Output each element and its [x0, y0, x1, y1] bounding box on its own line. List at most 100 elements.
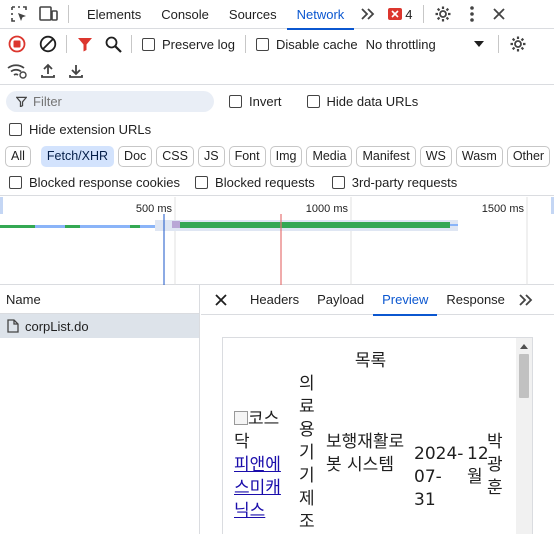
checkbox[interactable]: [331, 176, 345, 189]
hide-data-urls-checkbox[interactable]: Hide data URLs: [306, 94, 419, 109]
type-filter-all[interactable]: All: [5, 145, 31, 167]
tab-headers[interactable]: Headers: [241, 285, 308, 315]
type-filter-doc[interactable]: Doc: [118, 145, 153, 167]
tab-response[interactable]: Response: [437, 285, 514, 315]
checkbox[interactable]: [142, 37, 155, 51]
invert-checkbox[interactable]: Invert: [229, 94, 282, 109]
document-icon: [7, 319, 19, 333]
issues-badge[interactable]: 4: [382, 0, 418, 29]
name-column-header[interactable]: Name: [0, 285, 199, 314]
type-filter-fetch-xhr[interactable]: Fetch/XHR: [40, 145, 115, 167]
broken-image-icon: [234, 411, 248, 425]
checkbox[interactable]: [9, 122, 22, 136]
tab-console[interactable]: Console: [151, 0, 219, 29]
preserve-log-label: Preserve log: [162, 36, 235, 52]
import-har-icon[interactable]: [34, 58, 62, 85]
blocked-filter-row: Blocked response cookies Blocked request…: [0, 170, 554, 196]
device-toolbar-icon[interactable]: [34, 0, 64, 29]
preview-frame: 목록 코스닥 피앤에스미캐닉스 의료용기기제조 보행재활로봇 시스템 2024-…: [222, 337, 533, 534]
clear-icon[interactable]: [34, 30, 62, 58]
company-link[interactable]: 피앤에스미캐닉스: [234, 454, 288, 523]
third-party-checkbox[interactable]: 3rd-party requests: [331, 175, 458, 190]
filter-funnel-icon[interactable]: [71, 30, 99, 58]
devtools-tab-bar: Elements Console Sources Network 4: [0, 0, 554, 30]
type-filter-ws[interactable]: WS: [419, 145, 452, 167]
blocked-cookies-label: Blocked response cookies: [29, 175, 181, 190]
hide-extension-row: Hide extension URLs: [0, 116, 554, 142]
request-list: Name corpList.do: [0, 285, 200, 534]
tab-sources[interactable]: Sources: [219, 0, 287, 29]
filter-icon: [16, 96, 27, 107]
disable-cache-checkbox[interactable]: Disable cache: [255, 36, 358, 52]
type-filter-js[interactable]: JS: [197, 145, 225, 167]
disable-cache-label: Disable cache: [275, 36, 358, 52]
checkbox[interactable]: [229, 95, 242, 108]
dropdown-arrow-icon: [473, 41, 484, 47]
type-filter-other[interactable]: Other: [506, 145, 551, 167]
network-toolbar-secondary: [0, 58, 554, 85]
issues-count: 4: [405, 6, 413, 22]
network-overview-timeline[interactable]: 500 ms 1000 ms 1500 ms: [0, 197, 554, 285]
industry-cell: 의료용기기제조: [299, 374, 315, 532]
preserve-log-checkbox[interactable]: Preserve log: [142, 37, 235, 52]
preview-scrollbar[interactable]: [516, 338, 532, 534]
person-cell: 박광훈: [487, 432, 503, 498]
request-detail: Headers Payload Preview Response 목록 코스닥 …: [201, 285, 554, 534]
type-filter-media[interactable]: Media: [306, 145, 353, 167]
hide-data-urls-label: Hide data URLs: [326, 94, 419, 109]
tab-preview[interactable]: Preview: [373, 285, 438, 316]
type-filter-wasm[interactable]: Wasm: [455, 145, 503, 167]
tab-payload[interactable]: Payload: [308, 285, 373, 315]
divider: [66, 35, 67, 53]
type-filter-img[interactable]: Img: [269, 145, 303, 167]
hide-extension-urls-label: Hide extension URLs: [29, 121, 152, 137]
divider: [68, 5, 69, 23]
network-settings-gear-icon[interactable]: [503, 30, 533, 58]
checkbox[interactable]: [255, 37, 269, 51]
divider: [244, 35, 246, 53]
request-row[interactable]: corpList.do: [0, 314, 199, 338]
type-filter-font[interactable]: Font: [228, 145, 266, 167]
detail-tab-bar: Headers Payload Preview Response: [201, 285, 554, 316]
close-detail-icon[interactable]: [201, 285, 241, 315]
close-devtools-icon[interactable]: [486, 0, 512, 29]
export-har-icon[interactable]: [62, 58, 90, 85]
search-icon[interactable]: [99, 30, 127, 58]
timeline-graph: 500 ms 1000 ms 1500 ms: [0, 197, 554, 285]
divider: [497, 35, 499, 53]
checkbox[interactable]: [9, 176, 22, 189]
checkbox[interactable]: [306, 95, 320, 108]
type-filter-manifest[interactable]: Manifest: [356, 145, 416, 167]
error-icon: [388, 8, 403, 20]
more-detail-tabs-icon[interactable]: [514, 285, 538, 315]
record-stop-icon[interactable]: [0, 30, 34, 58]
checkbox[interactable]: [195, 176, 209, 189]
hide-extension-urls-checkbox[interactable]: Hide extension URLs: [9, 122, 151, 137]
tab-network[interactable]: Network: [286, 0, 355, 30]
tab-elements[interactable]: Elements: [77, 0, 151, 29]
tick-label: 500 ms: [136, 203, 173, 215]
preview-title: 목록: [354, 351, 387, 371]
filter-bar: Invert Hide data URLs: [0, 88, 554, 115]
type-filter-bar: All Fetch/XHR Doc CSS JS Font Img Media …: [0, 142, 554, 170]
left-window-handle[interactable]: [0, 197, 3, 214]
scrollbar-thumb[interactable]: [519, 354, 529, 398]
third-party-label: 3rd-party requests: [351, 175, 458, 190]
blocked-requests-checkbox[interactable]: Blocked requests: [195, 175, 315, 190]
request-name: corpList.do: [25, 318, 89, 334]
inspect-element-icon[interactable]: [4, 0, 34, 29]
filter-input-wrapper[interactable]: [6, 91, 214, 112]
network-toolbar: Preserve log Disable cache No throttling: [0, 30, 554, 58]
more-options-icon[interactable]: [458, 0, 486, 29]
filter-input[interactable]: [33, 94, 193, 109]
settings-gear-icon[interactable]: [428, 0, 458, 29]
throttling-select[interactable]: No throttling: [366, 37, 484, 52]
product-cell: 보행재활로봇 시스템: [326, 432, 405, 475]
divider: [422, 5, 424, 23]
scroll-up-arrow-icon[interactable]: [516, 340, 532, 354]
blocked-requests-label: Blocked requests: [215, 175, 315, 190]
more-tabs-icon[interactable]: [354, 0, 382, 29]
type-filter-css[interactable]: CSS: [156, 145, 194, 167]
network-conditions-icon[interactable]: [0, 58, 34, 85]
blocked-cookies-checkbox[interactable]: Blocked response cookies: [9, 175, 180, 190]
